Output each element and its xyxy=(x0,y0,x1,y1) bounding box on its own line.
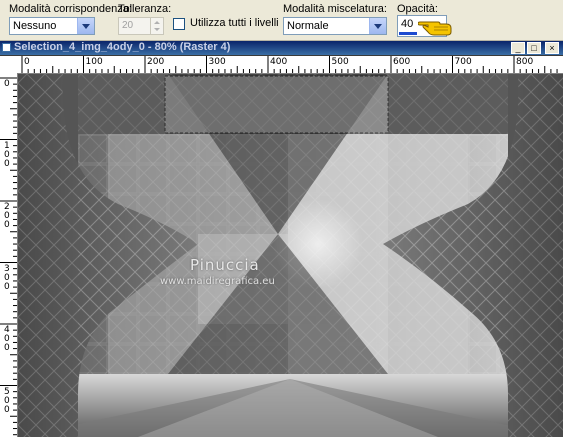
ruler-label: 200 xyxy=(147,57,165,67)
opacity-level-bar xyxy=(399,32,417,35)
horizontal-ruler: 0 100 200 300 400 500 600 700 800 xyxy=(17,56,563,74)
ruler-corner xyxy=(0,56,18,74)
use-all-layers-label: Utilizza tutti i livelli xyxy=(190,17,279,29)
blend-mode-value: Normale xyxy=(287,20,329,32)
watermark-site: www.maidiregrafica.eu xyxy=(160,276,275,287)
pointing-hand-cursor-icon xyxy=(418,21,452,36)
ruler-label: 500 xyxy=(331,57,349,67)
match-mode-value: Nessuno xyxy=(13,20,57,32)
chevron-down-icon[interactable] xyxy=(77,18,94,34)
spin-arrows-icon[interactable] xyxy=(150,18,163,34)
ruler-label: 600 xyxy=(393,57,411,67)
ruler-label: 0 xyxy=(4,79,10,89)
selection-marquee[interactable] xyxy=(164,75,389,134)
ruler-label: 0 xyxy=(24,57,30,67)
tolerance-spinbox[interactable]: 20 xyxy=(118,17,164,35)
opacity-value: 40 xyxy=(401,18,414,30)
canvas-artwork xyxy=(18,74,563,437)
tool-options-bar: Modalità corrispondenza: Nessuno Tollera… xyxy=(0,0,563,41)
blend-mode-dropdown[interactable]: Normale xyxy=(283,17,387,35)
ruler-label: 300 xyxy=(208,57,226,67)
ruler-label: 1 0 0 xyxy=(4,140,10,169)
maximize-icon[interactable]: □ xyxy=(527,42,541,54)
document-title: Selection_4_img_4ody_0 - 80% (Raster 4) xyxy=(14,41,231,53)
match-mode-dropdown[interactable]: Nessuno xyxy=(9,17,95,35)
ruler-label: 2 0 0 xyxy=(4,202,10,230)
tolerance-label: Tolleranza: xyxy=(118,3,172,15)
use-all-layers-checkbox[interactable] xyxy=(173,18,185,30)
ruler-label: 4 0 0 xyxy=(4,325,10,353)
document-title-bar[interactable]: Selection_4_img_4ody_0 - 80% (Raster 4) … xyxy=(0,41,563,55)
close-icon[interactable]: × xyxy=(545,42,559,54)
ruler-label: 3 0 0 xyxy=(4,263,10,292)
ruler-label: 400 xyxy=(270,57,288,67)
ruler-label: 5 0 0 xyxy=(4,386,10,415)
minimize-icon[interactable]: _ xyxy=(511,42,525,54)
image-canvas[interactable] xyxy=(18,74,563,437)
tolerance-value: 20 xyxy=(122,20,134,31)
ruler-label: 100 xyxy=(85,57,103,67)
vertical-ruler: 0 1 0 0 2 0 0 3 0 0 4 0 0 5 0 0 xyxy=(0,73,18,437)
ruler-label: 800 xyxy=(516,57,534,67)
ruler-label: 700 xyxy=(454,57,472,67)
document-icon xyxy=(2,43,11,52)
match-mode-label: Modalità corrispondenza: xyxy=(9,3,132,15)
chevron-down-icon[interactable] xyxy=(369,18,386,34)
watermark-name: Pinuccia xyxy=(190,256,260,274)
blend-mode-label: Modalità miscelatura: xyxy=(283,3,387,15)
